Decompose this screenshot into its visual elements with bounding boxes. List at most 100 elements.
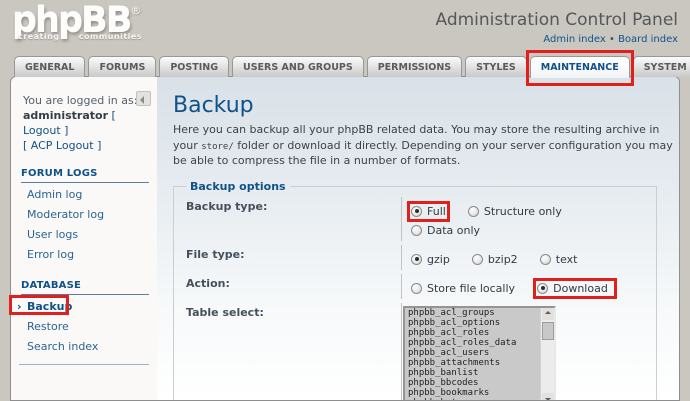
board-index-link[interactable]: Board index [618,34,678,45]
tab-general[interactable]: GENERAL [14,56,86,77]
scroll-up-button[interactable] [542,307,554,320]
action-row: Action: Store file locally Download [186,272,644,301]
sidebar: You are logged in as: administrator [ Lo… [9,77,157,400]
left-triangle-icon [140,95,144,104]
radio-download[interactable] [537,282,549,294]
radio-store-file-locally[interactable] [411,282,422,294]
up-triangle-icon [545,311,551,315]
list-item[interactable]: phpbb_banlist [405,367,540,378]
sidebar-collapse-button[interactable] [136,91,151,106]
table-select-label: Table select: [186,305,264,319]
search-index-link[interactable]: Search index [27,340,98,353]
radio-bzip2[interactable] [471,253,483,265]
sidebar-item-restore[interactable]: Restore [19,317,149,337]
sidebar-item-search-index[interactable]: Search index [19,337,149,357]
content-area: Backup Here you can backup all your phpB… [157,77,679,400]
scrollbar-thumb[interactable] [542,321,554,340]
links-separator: • [608,34,615,45]
list-item[interactable]: phpbb_attachments [405,357,540,368]
radio-full-label: Full [427,204,446,218]
down-triangle-icon [545,397,551,400]
logo-tagline: creating communities [18,32,143,41]
radio-option-download[interactable]: Download [533,277,617,299]
sidebar-section-forum-logs: FORUM LOGS Admin log Moderator log User … [19,168,149,265]
tab-system[interactable]: SYSTEM [632,56,690,77]
radio-data-only-label: Data only [427,223,481,237]
tab-posting[interactable]: POSTING [159,56,229,77]
backup-options-fieldset: Backup options Backup type: Full Structu… [173,179,657,400]
list-item[interactable]: phpbb_acl_roles_data [405,337,540,348]
tab-permissions[interactable]: PERMISSIONS [366,56,463,77]
username: administrator [23,109,109,122]
sidebar-item-admin-log[interactable]: Admin log [19,185,149,205]
tab-forums[interactable]: FORUMS [88,56,157,77]
listbox-scrollbar[interactable] [540,307,554,400]
list-item[interactable]: phpbb_acl_users [405,347,540,358]
radio-store-file-locally-label: Store file locally [427,281,516,295]
acp-logout-link[interactable]: [ ACP Logout ] [23,139,101,152]
radio-option-text[interactable]: text [539,252,578,266]
tab-maintenance[interactable]: MAINTENANCE [525,50,634,86]
registered-mark: ® [130,4,142,17]
phpbb-logo: phpBB® creating communities [12,4,143,42]
radio-structure-only[interactable] [467,205,479,217]
list-item[interactable]: phpbb_bots [405,397,540,400]
sidebar-item-moderator-log[interactable]: Moderator log [19,205,149,225]
admin-log-link[interactable]: Admin log [27,188,82,201]
error-log-link[interactable]: Error log [27,248,74,261]
description-text-after: folder or download it directly. Dependin… [173,138,673,168]
radio-gzip[interactable] [411,253,422,265]
logged-in-label: You are logged in as: [23,94,138,107]
fieldset-legend: Backup options [190,179,286,193]
tab-maintenance-label: MAINTENANCE [540,62,619,73]
page-title: Administration Control Panel [435,10,678,30]
radio-text-label: text [555,252,578,266]
active-arrow-icon: › [17,300,22,313]
radio-download-label: Download [553,281,608,295]
section-title-database: DATABASE [21,280,149,295]
list-item[interactable]: phpbb_bbcodes [405,377,540,388]
radio-option-store-file-locally[interactable]: Store file locally [411,282,515,295]
file-type-row: File type: gzip bzip2 text [186,243,644,272]
sidebar-item-user-logs[interactable]: User logs [19,225,149,245]
radio-option-bzip2[interactable]: bzip2 [471,252,518,266]
admin-index-link[interactable]: Admin index [543,34,605,45]
radio-full[interactable] [411,205,422,217]
list-item[interactable]: phpbb_bookmarks [405,387,540,398]
restore-link[interactable]: Restore [27,320,69,333]
user-logs-link[interactable]: User logs [27,228,78,241]
radio-gzip-label: gzip [427,252,450,266]
radio-option-structure-only[interactable]: Structure only [467,205,562,218]
section-title-forum-logs: FORUM LOGS [21,168,149,183]
action-label: Action: [186,276,230,290]
list-item[interactable]: phpbb_acl_groups [405,307,540,318]
sidebar-section-database: DATABASE › Backup Restore Search index [9,280,149,365]
store-folder-code: store/ [201,141,234,152]
radio-text[interactable] [539,253,551,265]
radio-option-gzip[interactable]: gzip [411,253,450,266]
header-links: Admin index • Board index [435,34,678,45]
radio-data-only[interactable] [411,224,422,236]
main-panel: You are logged in as: administrator [ Lo… [9,76,680,401]
login-status: You are logged in as: administrator [ Lo… [19,93,149,153]
list-item[interactable]: phpbb_acl_roles [405,327,540,338]
tab-bar: GENERAL FORUMS POSTING USERS AND GROUPS … [14,50,690,86]
table-select-row: Table select: phpbb_acl_groups phpbb_acl… [186,301,644,400]
radio-bzip2-label: bzip2 [487,252,518,266]
moderator-log-link[interactable]: Moderator log [27,208,104,221]
file-type-label: File type: [186,247,245,261]
tab-users-and-groups[interactable]: USERS AND GROUPS [232,56,364,77]
sidebar-item-backup[interactable]: › Backup [9,295,149,317]
list-item[interactable]: phpbb_acl_options [405,317,540,328]
content-title: Backup [173,93,254,118]
sidebar-item-error-log[interactable]: Error log [19,245,149,265]
radio-option-full[interactable]: Full [407,200,450,222]
backup-link[interactable]: Backup [27,300,72,313]
content-description: Here you can backup all your phpBB relat… [173,122,678,169]
tab-styles[interactable]: STYLES [465,56,527,77]
table-select-listbox[interactable]: phpbb_acl_groups phpbb_acl_options phpbb… [403,305,556,400]
backup-type-row: Backup type: Full Structure only Data on… [186,195,644,243]
scroll-down-button[interactable] [542,392,554,400]
backup-type-label: Backup type: [186,199,268,213]
radio-option-data-only[interactable]: Data only [411,224,480,237]
